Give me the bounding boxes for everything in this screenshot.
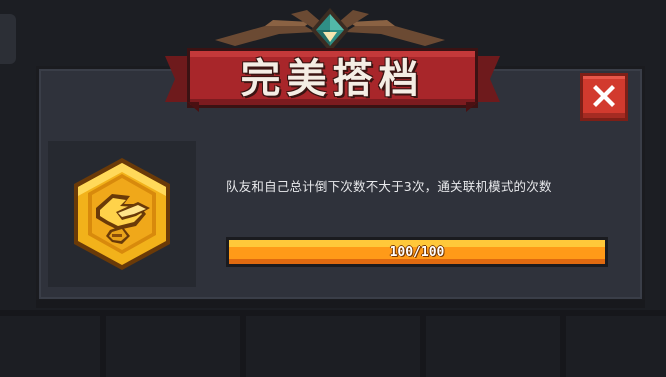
achievement-screen: 完美搭档 队友和自己总计倒下次数不大于3次，通关联机模式的次数 100/100 — [0, 0, 666, 377]
achievement-description: 队友和自己总计倒下次数不大于3次，通关联机模式的次数 — [226, 179, 552, 194]
handshake-badge-icon — [74, 158, 170, 270]
progress-bar: 100/100 — [226, 237, 608, 267]
background-divider — [560, 316, 566, 377]
background-divider — [420, 316, 426, 377]
close-button[interactable] — [580, 73, 628, 121]
dialog-title: 完美搭档 — [240, 56, 425, 102]
background-tab — [0, 14, 16, 64]
background-divider — [240, 316, 246, 377]
progress-label: 100/100 — [389, 244, 445, 260]
close-x-icon — [593, 85, 615, 107]
background-divider — [100, 316, 106, 377]
panel-shadow — [36, 300, 645, 308]
